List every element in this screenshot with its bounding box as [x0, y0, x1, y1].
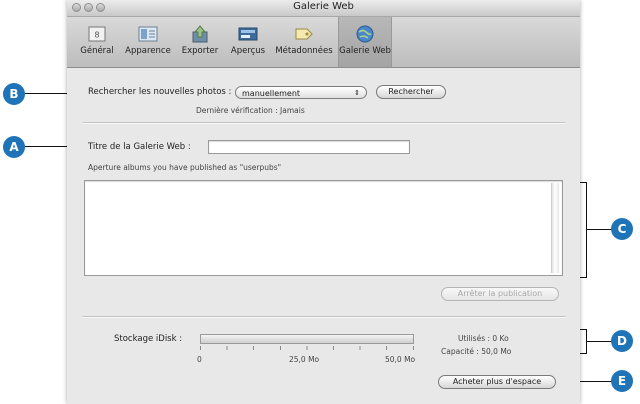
tick-label-50: 50,0 Mo — [385, 355, 416, 364]
tick-label-0: 0 — [197, 355, 202, 364]
tab-general[interactable]: 8 Général — [77, 17, 117, 67]
callout-c: C — [611, 218, 633, 240]
check-frequency-popup[interactable]: manuellement ⇕ — [235, 86, 367, 99]
callout-e: E — [611, 370, 633, 392]
check-new-photos-label: Rechercher les nouvelles photos : — [88, 87, 232, 97]
web-gallery-icon — [356, 25, 374, 43]
callout-c-bracket — [586, 182, 587, 278]
gallery-title-label: Titre de la Galerie Web : — [88, 142, 191, 152]
window-title: Galerie Web — [293, 1, 354, 12]
storage-capacity: Capacité : 50,0 Mo — [441, 347, 512, 356]
metadata-icon — [295, 28, 313, 40]
previews-icon — [238, 27, 258, 41]
callout-b: B — [3, 83, 25, 105]
popup-arrows-icon: ⇕ — [354, 89, 360, 97]
callout-a: A — [3, 136, 25, 158]
appearance-icon — [138, 26, 158, 42]
tab-metadata[interactable]: Métadonnées — [273, 17, 335, 67]
list-scrollbar[interactable] — [551, 183, 559, 273]
idisk-usage-ticks — [200, 346, 414, 350]
tick-label-25: 25,0 Mo — [289, 355, 320, 364]
albums-note: Aperture albums you have published as "u… — [88, 163, 282, 172]
svg-text:8: 8 — [94, 31, 99, 40]
callout-d: D — [611, 330, 633, 352]
check-frequency-value: manuellement — [242, 89, 301, 98]
storage-used: Utilisés : 0 Ko — [458, 334, 509, 343]
tab-previews[interactable]: Aperçus — [228, 17, 268, 67]
published-albums-list[interactable] — [84, 180, 563, 276]
last-check-text: Dernière vérification : Jamais — [196, 106, 305, 115]
export-icon — [192, 25, 208, 43]
separator-bottom — [83, 316, 565, 318]
tab-export[interactable]: Exporter — [178, 17, 222, 67]
gallery-title-input[interactable] — [208, 140, 410, 154]
title-bar[interactable]: Galerie Web — [67, 0, 580, 17]
preferences-toolbar: 8 Général Apparence Exporter Aperçus Mét… — [67, 17, 580, 68]
tab-appearance[interactable]: Apparence — [123, 17, 173, 67]
general-icon: 8 — [88, 26, 106, 42]
buy-more-space-button[interactable]: Acheter plus d'espace — [438, 375, 556, 389]
check-now-button[interactable]: Rechercher — [376, 85, 446, 99]
tab-web-gallery[interactable]: Galerie Web — [338, 17, 392, 67]
preferences-window: Galerie Web 8 Général Apparence Exporter… — [67, 0, 580, 404]
stop-publishing-button[interactable]: Arrêter la publication — [441, 287, 559, 301]
idisk-usage-bar — [200, 334, 414, 344]
separator-top — [83, 122, 565, 124]
idisk-storage-label: Stockage iDisk : — [114, 334, 183, 344]
